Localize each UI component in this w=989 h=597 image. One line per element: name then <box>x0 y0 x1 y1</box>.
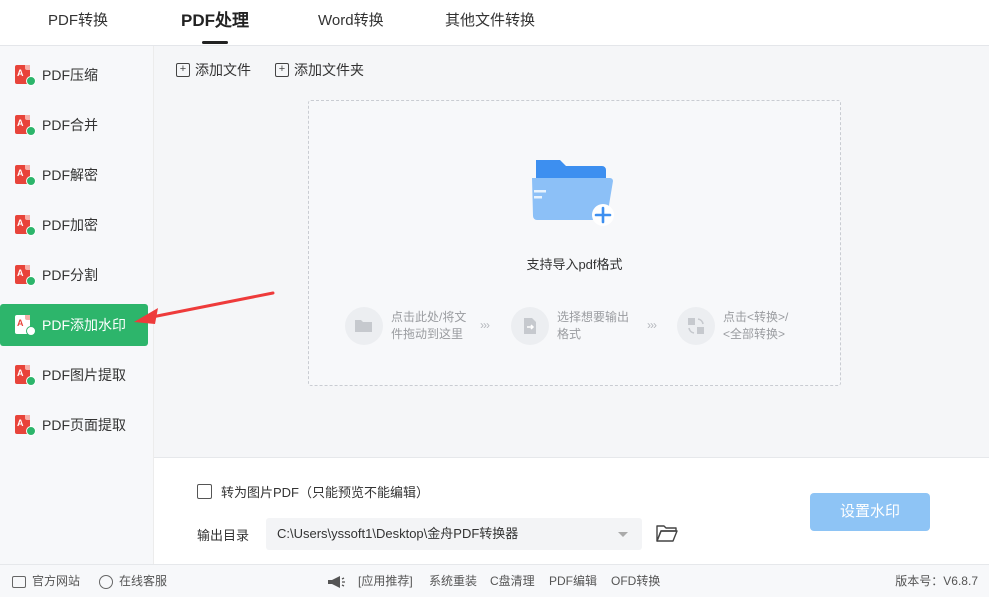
set-watermark-button[interactable]: 设置水印 <box>810 493 930 531</box>
sidebar-item-label: PDF加密 <box>42 217 98 233</box>
pdf-watermark-icon: A <box>14 314 36 336</box>
to-image-pdf-checkbox[interactable] <box>197 484 212 499</box>
pdf-compress-icon: A <box>14 64 36 86</box>
sidebar-item-label: PDF添加水印 <box>42 317 126 333</box>
step-select-format: 选择想要输出 格式 <box>511 306 629 346</box>
official-website-link[interactable]: 官方网站 <box>12 565 80 597</box>
pdf-page-extract-icon: A <box>14 414 36 436</box>
sidebar: A PDF压缩 A PDF合并 A PDF解密 A PDF加密 A PDF分割 … <box>0 46 154 564</box>
tab-pdf-process[interactable]: PDF处理 <box>181 0 249 46</box>
app-recommend-label: [应用推荐] <box>358 574 413 588</box>
tab-word-convert[interactable]: Word转换 <box>318 0 384 46</box>
export-file-icon <box>511 307 549 345</box>
to-image-pdf-label: 转为图片PDF（只能预览不能编辑） <box>221 485 430 500</box>
pdf-encrypt-icon: A <box>14 214 36 236</box>
sidebar-item-encrypt[interactable]: A PDF加密 <box>0 204 148 246</box>
headset-icon <box>99 574 113 589</box>
convert-icon <box>677 307 715 345</box>
monitor-icon <box>12 575 26 588</box>
to-image-pdf-option[interactable]: 转为图片PDF（只能预览不能编辑） <box>197 482 429 501</box>
pdf-merge-icon: A <box>14 114 36 136</box>
promo-link-ofd-convert[interactable]: OFD转换 <box>611 565 660 597</box>
add-file-icon: + <box>176 63 190 77</box>
step-arrow-icon: ››› <box>647 318 657 332</box>
open-folder-icon <box>345 307 383 345</box>
sidebar-item-label: PDF图片提取 <box>42 367 126 383</box>
sidebar-item-label: PDF压缩 <box>42 67 98 83</box>
sidebar-item-image-extract[interactable]: A PDF图片提取 <box>0 354 148 396</box>
tab-pdf-convert[interactable]: PDF转换 <box>48 0 108 46</box>
status-bar: 官方网站 在线客服 [应用推荐] 系统重装 C盘清理 PDF编辑 OFD转换 版… <box>0 564 989 597</box>
promo-link-system-reinstall[interactable]: 系统重装 <box>429 565 477 597</box>
sidebar-item-label: PDF页面提取 <box>42 417 126 433</box>
sidebar-item-label: PDF分割 <box>42 267 98 283</box>
promo-link-c-drive-clean[interactable]: C盘清理 <box>490 565 535 597</box>
sidebar-item-decrypt[interactable]: A PDF解密 <box>0 154 148 196</box>
sidebar-item-watermark[interactable]: A PDF添加水印 <box>0 304 148 346</box>
pdf-decrypt-icon: A <box>14 164 36 186</box>
browse-folder-icon[interactable] <box>656 524 678 542</box>
tab-other-convert[interactable]: 其他文件转换 <box>445 0 535 46</box>
file-drop-zone[interactable]: 支持导入pdf格式 点击此处/将文 件拖动到这里 ››› 选择想要输出 格式 ››› <box>308 100 841 386</box>
chevron-down-icon <box>618 532 628 537</box>
official-website-label: 官方网站 <box>32 574 81 588</box>
sidebar-item-page-extract[interactable]: A PDF页面提取 <box>0 404 148 446</box>
sidebar-item-split[interactable]: A PDF分割 <box>0 254 148 296</box>
support-format-text: 支持导入pdf格式 <box>526 257 623 272</box>
output-dir-select[interactable]: C:\Users\yssoft1\Desktop\金舟PDF转换器 <box>266 518 642 550</box>
step-convert: 点击<转换>/<全部转换> <box>677 306 788 346</box>
step-text: 点击<转换>/<全部转换> <box>723 310 789 341</box>
sidebar-item-compress[interactable]: A PDF压缩 <box>0 54 148 96</box>
step-arrow-icon: ››› <box>480 318 490 332</box>
step-text: 选择想要输出 格式 <box>557 310 630 341</box>
top-tab-bar: PDF转换 PDF处理 Word转换 其他文件转换 <box>0 0 989 46</box>
add-folder-icon: + <box>275 63 289 77</box>
sidebar-item-label: PDF合并 <box>42 117 98 133</box>
step-import: 点击此处/将文 件拖动到这里 <box>345 306 466 346</box>
main-panel: + 添加文件 + 添加文件夹 支持导入pdf格式 点击此处/将文 件拖动到这里 ›… <box>154 46 989 457</box>
megaphone-icon <box>328 575 345 588</box>
add-folder-label: 添加文件夹 <box>294 62 364 78</box>
step-text: 点击此处/将文 件拖动到这里 <box>391 310 467 341</box>
output-dir-label: 输出目录 <box>197 528 250 543</box>
version-text: 版本号：V6.8.7 <box>895 574 978 588</box>
pdf-image-extract-icon: A <box>14 364 36 386</box>
folder-add-icon <box>532 160 614 226</box>
promo-link-pdf-edit[interactable]: PDF编辑 <box>549 565 597 597</box>
add-file-label: 添加文件 <box>195 62 251 78</box>
online-support-link[interactable]: 在线客服 <box>99 565 167 597</box>
sidebar-item-label: PDF解密 <box>42 167 98 183</box>
app-recommend: [应用推荐] <box>326 565 413 597</box>
steps-guide: 点击此处/将文 件拖动到这里 ››› 选择想要输出 格式 ››› 点击<转换>/<全… <box>345 306 815 346</box>
online-support-label: 在线客服 <box>119 574 168 588</box>
output-settings-panel: 转为图片PDF（只能预览不能编辑） 输出目录 C:\Users\yssoft1\… <box>154 457 989 564</box>
output-dir-value: C:\Users\yssoft1\Desktop\金舟PDF转换器 <box>277 526 519 541</box>
add-folder-button[interactable]: + 添加文件夹 <box>275 60 364 80</box>
sidebar-item-merge[interactable]: A PDF合并 <box>0 104 148 146</box>
pdf-split-icon: A <box>14 264 36 286</box>
add-file-button[interactable]: + 添加文件 <box>176 60 251 80</box>
